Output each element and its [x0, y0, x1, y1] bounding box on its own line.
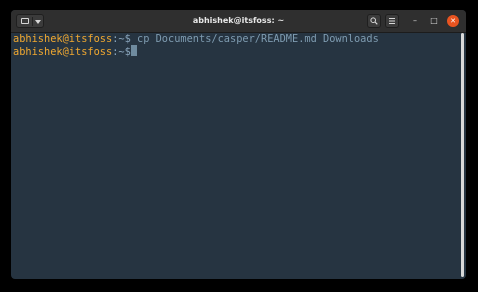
- command-text: cp Documents/casper/README.md Downloads: [130, 33, 379, 45]
- terminal-line: abhishek@itsfoss:~$ cp Documents/casper/…: [13, 33, 466, 45]
- titlebar: abhishek@itsfoss: ~ – □ ✕: [11, 10, 466, 33]
- prompt-path: :~$: [112, 46, 131, 58]
- maximize-button[interactable]: □: [428, 15, 440, 27]
- terminal-icon: [21, 18, 29, 24]
- chevron-down-icon: [35, 20, 41, 24]
- prompt-path: :~$: [112, 33, 131, 45]
- divider: [32, 17, 33, 26]
- hamburger-icon: [389, 18, 395, 24]
- minimize-button[interactable]: –: [409, 15, 421, 27]
- terminal-window: abhishek@itsfoss: ~ – □ ✕ abhishek@itsfo…: [11, 10, 466, 279]
- terminal-line: abhishek@itsfoss:~$: [13, 45, 466, 58]
- search-button[interactable]: [367, 14, 381, 28]
- text-cursor: [130, 45, 137, 56]
- prompt-user: abhishek@itsfoss: [13, 46, 113, 58]
- terminal-menu-button[interactable]: [16, 14, 44, 28]
- terminal-output[interactable]: abhishek@itsfoss:~$ cp Documents/casper/…: [11, 33, 466, 279]
- prompt-user: abhishek@itsfoss: [13, 33, 113, 45]
- search-icon: [370, 17, 378, 25]
- menu-button[interactable]: [385, 14, 399, 28]
- close-button[interactable]: ✕: [447, 15, 459, 27]
- scrollbar[interactable]: [461, 33, 464, 277]
